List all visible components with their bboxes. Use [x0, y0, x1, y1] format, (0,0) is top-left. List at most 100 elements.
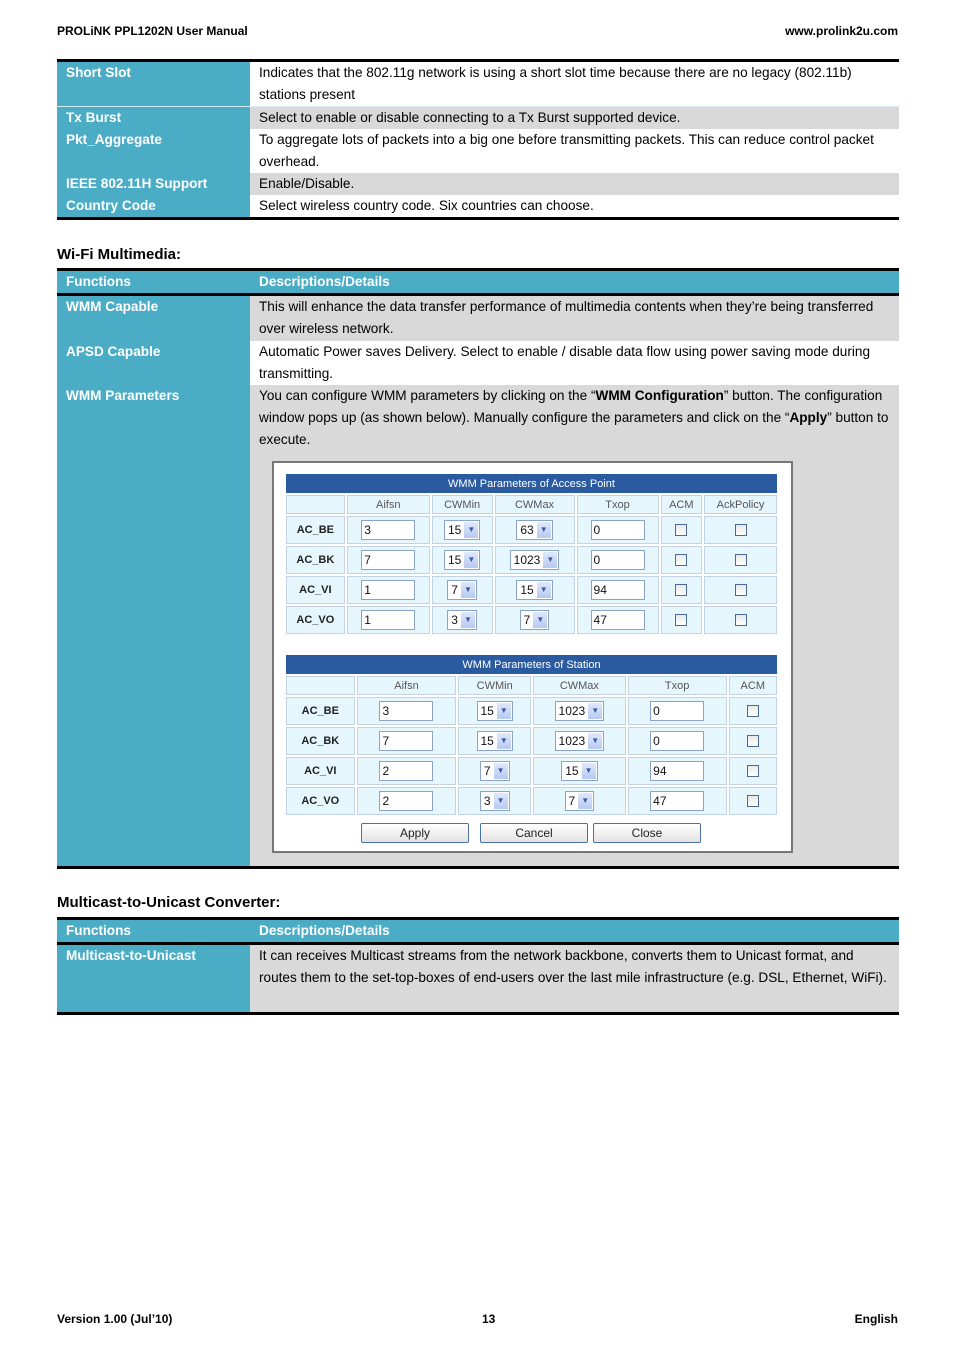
chevron-down-icon[interactable]: ▼ — [496, 703, 511, 719]
ackpolicy-checkbox[interactable] — [734, 554, 747, 567]
ackpolicy-checkbox[interactable] — [734, 524, 747, 537]
chevron-down-icon[interactable]: ▼ — [581, 763, 596, 779]
aifsn-cell: 1 — [346, 606, 430, 634]
desc-bold: WMM Configuration — [595, 388, 724, 403]
column-header: CWMin — [458, 676, 531, 695]
cwmin-select[interactable]: 15 ▼ — [476, 701, 513, 721]
chevron-down-icon[interactable]: ▼ — [493, 793, 508, 809]
cwmax-select[interactable]: 63 ▼ — [516, 520, 553, 540]
acm-checkbox[interactable] — [746, 735, 759, 748]
acm-checkbox[interactable] — [746, 765, 759, 778]
chevron-down-icon[interactable]: ▼ — [493, 763, 508, 779]
ackpolicy-checkbox[interactable] — [734, 584, 747, 597]
cwmin-select[interactable]: 7 ▼ — [447, 580, 477, 600]
chevron-down-icon[interactable]: ▼ — [588, 733, 603, 749]
page-number: 13 — [482, 1312, 496, 1326]
acm-checkbox[interactable] — [675, 524, 688, 537]
column-header-row: Aifsn CWMin CWMax Txop ACM AckPolicy — [286, 495, 777, 514]
txop-input[interactable]: 47 — [590, 610, 645, 630]
cwmin-cell: 3 ▼ — [431, 606, 493, 634]
txop-input[interactable]: 0 — [650, 731, 705, 751]
txop-input[interactable]: 94 — [650, 761, 705, 781]
function-description: To aggregate lots of packets into a big … — [259, 132, 874, 169]
cancel-button[interactable]: Cancel — [480, 823, 588, 843]
aifsn-input[interactable]: 1 — [361, 580, 416, 600]
txop-input[interactable]: 94 — [590, 580, 645, 600]
acm-cell — [660, 516, 703, 544]
access-category-label: AC_VO — [286, 787, 355, 815]
cwmax-select[interactable]: 7 ▼ — [519, 610, 550, 630]
close-button[interactable]: Close — [593, 823, 701, 843]
cwmax-value: 7 — [523, 613, 531, 627]
aifsn-input[interactable]: 7 — [361, 550, 416, 570]
chevron-down-icon[interactable]: ▼ — [460, 582, 475, 598]
ap-params-table: WMM Parameters of Access Point Aifsn CWMin… — [284, 472, 779, 636]
function-description: This will enhance the data transfer perf… — [250, 296, 899, 341]
cwmax-cell: 15 ▼ — [532, 757, 626, 785]
acm-checkbox[interactable] — [675, 614, 688, 627]
txop-cell: 47 — [627, 787, 727, 815]
access-category-label: AC_VO — [286, 606, 345, 634]
aifsn-input[interactable]: 1 — [361, 610, 416, 630]
aifsn-cell: 7 — [356, 727, 457, 755]
function-description: Automatic Power saves Delivery. Select t… — [259, 344, 871, 381]
aifsn-input[interactable]: 2 — [379, 791, 434, 811]
chevron-down-icon[interactable]: ▼ — [533, 612, 548, 628]
cwmax-select[interactable]: 15 ▼ — [561, 761, 598, 781]
txop-cell: 0 — [576, 516, 659, 544]
function-description: Indicates that the 802.11g network is us… — [259, 65, 852, 102]
aifsn-cell: 7 — [346, 546, 430, 574]
chevron-down-icon[interactable]: ▼ — [464, 522, 479, 538]
chevron-down-icon[interactable]: ▼ — [578, 793, 593, 809]
function-name: WMM Capable — [57, 296, 250, 341]
acm-checkbox[interactable] — [746, 795, 759, 808]
cwmax-select[interactable]: 15 ▼ — [516, 580, 553, 600]
acm-checkbox[interactable] — [675, 554, 688, 567]
cwmin-select[interactable]: 7 ▼ — [479, 761, 510, 781]
aifsn-input[interactable]: 3 — [379, 701, 434, 721]
column-header: Aifsn — [356, 676, 457, 695]
cwmin-select[interactable]: 15 ▼ — [443, 520, 481, 540]
param-row: AC_VI 1 7 ▼ 15 ▼ 94 — [286, 576, 777, 604]
column-header — [286, 676, 355, 695]
cwmax-select[interactable]: 1023 ▼ — [554, 731, 605, 751]
txop-input[interactable]: 0 — [650, 701, 705, 721]
chevron-down-icon[interactable]: ▼ — [536, 522, 551, 538]
txop-input[interactable]: 0 — [590, 550, 645, 570]
section-title-m2u: Multicast-to-Unicast Converter: — [57, 894, 281, 911]
cwmin-select[interactable]: 15 ▼ — [476, 731, 513, 751]
aifsn-input[interactable]: 7 — [379, 731, 434, 751]
chevron-down-icon[interactable]: ▼ — [543, 552, 558, 568]
cwmax-select[interactable]: 7 ▼ — [564, 791, 595, 811]
table-row: Pkt_Aggregate To aggregate lots of packet… — [57, 129, 899, 173]
aifsn-input[interactable]: 3 — [361, 520, 416, 540]
cwmax-cell: 1023 ▼ — [494, 546, 575, 574]
chevron-down-icon[interactable]: ▼ — [536, 582, 551, 598]
acm-checkbox[interactable] — [746, 705, 759, 718]
cwmax-select[interactable]: 1023 ▼ — [554, 701, 605, 721]
chevron-down-icon[interactable]: ▼ — [460, 612, 475, 628]
header-functions: Functions — [57, 271, 250, 293]
chevron-down-icon[interactable]: ▼ — [496, 733, 511, 749]
acm-cell — [728, 697, 777, 725]
acm-checkbox[interactable] — [675, 584, 688, 597]
column-header: CWMax — [532, 676, 626, 695]
cwmax-select[interactable]: 1023 ▼ — [509, 550, 560, 570]
cwmax-cell: 1023 ▼ — [532, 697, 626, 725]
table-row: Country Code Select wireless country code… — [57, 195, 899, 217]
cwmin-select[interactable]: 3 ▼ — [479, 791, 510, 811]
chevron-down-icon[interactable]: ▼ — [588, 703, 603, 719]
cwmin-select[interactable]: 15 ▼ — [443, 550, 481, 570]
cwmin-select[interactable]: 3 ▼ — [447, 610, 477, 630]
apply-button[interactable]: Apply — [361, 823, 469, 843]
column-header: CWMax — [494, 495, 575, 514]
cwmax-cell: 1023 ▼ — [532, 727, 626, 755]
txop-input[interactable]: 47 — [650, 791, 705, 811]
cwmax-value: 15 — [520, 583, 534, 597]
chevron-down-icon[interactable]: ▼ — [464, 552, 479, 568]
wmm-configuration-screenshot: WMM Parameters of Access Point Aifsn CWMin… — [272, 461, 793, 853]
acm-cell — [660, 576, 703, 604]
aifsn-input[interactable]: 2 — [379, 761, 434, 781]
ackpolicy-checkbox[interactable] — [734, 614, 747, 627]
txop-input[interactable]: 0 — [590, 520, 645, 540]
